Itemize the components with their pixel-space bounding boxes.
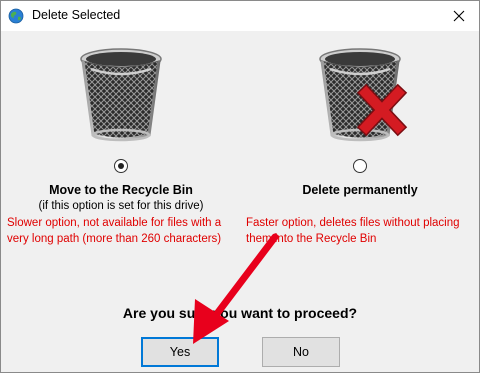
recycle-bin-description-line-2: very long path (more than 260 characters… (7, 233, 222, 245)
radio-selected-dot (118, 163, 124, 169)
confirmation-question: Are you sure you want to proceed? (122, 305, 358, 321)
delete-permanently-description-line-2: them into the Recycle Bin (246, 233, 377, 245)
recycle-bin-option-title: Move to the Recycle Bin (49, 183, 193, 197)
delete-permanently-radio[interactable] (353, 159, 367, 173)
dialog-window: Delete Selected Move to the Recycle Bin … (0, 0, 480, 373)
delete-permanently-icon (319, 48, 408, 142)
recycle-bin-option-description: Slower option, not available for files w… (7, 215, 243, 247)
close-icon (453, 10, 465, 22)
recycle-bin-radio[interactable] (114, 159, 128, 173)
delete-permanently-option-title: Delete permanently (302, 183, 418, 197)
recycle-bin-description-line-1: Slower option, not available for files w… (7, 217, 222, 229)
close-button[interactable] (439, 1, 479, 31)
window-title: Delete Selected (32, 8, 121, 22)
globe-icon (8, 8, 24, 24)
recycle-bin-icon (80, 48, 162, 142)
title-bar: Delete Selected (1, 1, 479, 31)
yes-button[interactable]: Yes (141, 337, 219, 367)
delete-permanently-option-description: Faster option, deletes files without pla… (246, 215, 478, 247)
recycle-bin-option-subtitle: (if this option is set for this drive) (38, 200, 204, 212)
delete-permanently-description-line-1: Faster option, deletes files without pla… (246, 217, 460, 229)
no-button[interactable]: No (262, 337, 340, 367)
